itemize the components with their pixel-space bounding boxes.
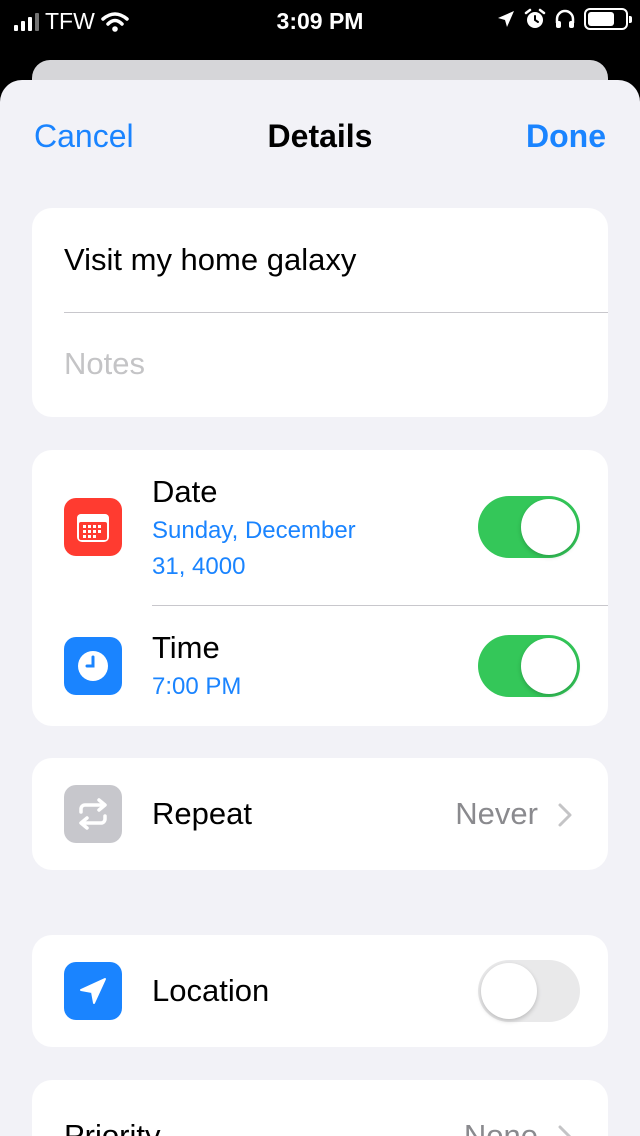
headphones-icon (555, 9, 575, 28)
location-toggle[interactable] (478, 960, 580, 1022)
status-right (496, 8, 632, 30)
time-value[interactable]: 7:00 PM (152, 669, 412, 705)
nav-bar: Cancel Details Done (0, 80, 640, 192)
notes-field[interactable]: Notes (64, 346, 145, 382)
date-label: Date (152, 474, 218, 509)
location-arrow-icon (64, 962, 122, 1020)
chevron-right-icon (558, 803, 572, 827)
chevron-right-icon (558, 1125, 572, 1136)
date-toggle-knob (521, 499, 577, 555)
time-label: Time (152, 630, 220, 665)
clock-icon (64, 637, 122, 695)
priority-value: None (463, 1118, 538, 1136)
location-arrow-icon (498, 11, 514, 27)
alarm-icon (524, 8, 546, 28)
priority-label: Priority (64, 1118, 161, 1136)
time-toggle-knob (521, 638, 577, 694)
date-toggle[interactable] (478, 496, 580, 558)
status-bar: TFW 3:09 PM (0, 0, 640, 42)
title-field[interactable]: Visit my home galaxy (64, 242, 356, 278)
location-label: Location (152, 973, 270, 1008)
date-value-line2[interactable]: 31, 4000 (152, 549, 412, 585)
location-toggle-knob (481, 963, 537, 1019)
repeat-label: Repeat (152, 796, 252, 831)
repeat-row[interactable]: Repeat Never (32, 758, 608, 870)
title-notes-card: Visit my home galaxy Notes (32, 208, 608, 417)
priority-row[interactable]: Priority None (32, 1080, 608, 1136)
date-time-card: Date Sunday, December 31, 4000 Time 7:00… (32, 450, 608, 726)
calendar-icon (64, 498, 122, 556)
time-toggle[interactable] (478, 635, 580, 697)
repeat-value: Never (455, 796, 538, 831)
date-time-divider (152, 605, 608, 606)
repeat-icon (64, 785, 122, 843)
title-divider (64, 312, 608, 313)
date-value-line1[interactable]: Sunday, December (152, 513, 412, 549)
location-row: Location (32, 935, 608, 1047)
details-sheet: Cancel Details Done Visit my home galaxy… (0, 80, 640, 1136)
battery-icon (584, 8, 632, 30)
done-button[interactable]: Done (526, 118, 606, 155)
